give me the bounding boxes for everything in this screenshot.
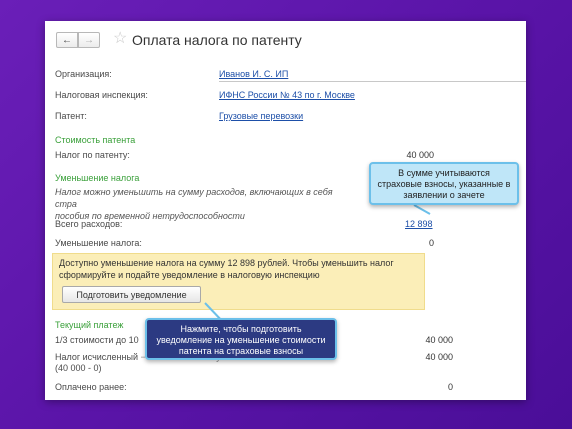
calculated-tax-label-text: Налог исчисленный	[55, 352, 138, 362]
tax-reduction-note: Налог можно уменьшить на сумму расходов,…	[55, 186, 355, 222]
button-callout-line3: патента на страховые взносы	[178, 346, 304, 356]
reduction-notice-line1: Доступно уменьшение налога на сумму 12 8…	[59, 258, 394, 268]
arrow-left-icon: ←	[62, 34, 72, 46]
patent-label: Патент:	[55, 111, 87, 121]
organization-link[interactable]: Иванов И. С. ИП	[219, 69, 288, 79]
patent-link[interactable]: Грузовые перевозки	[219, 111, 303, 121]
reduction-notice-line2: сформируйте и подайте уведомление в нало…	[59, 270, 320, 280]
total-expenses-label: Всего расходов:	[55, 219, 123, 229]
button-callout-line2: уведомление на уменьшение стоимости	[156, 335, 326, 345]
expenses-callout-line1: В сумме учитываются	[398, 168, 490, 178]
organization-label: Организация:	[55, 69, 112, 79]
paid-earlier-value: 0	[447, 382, 453, 392]
tax-by-patent-value: 40 000	[406, 150, 434, 160]
tax-reduction-note-line1: Налог можно уменьшить на сумму расходов,…	[55, 187, 333, 209]
one-third-cost-value: 40 000	[425, 335, 453, 345]
tax-reduction-section-title: Уменьшение налога	[55, 173, 140, 183]
reduction-notice: Доступно уменьшение налога на сумму 12 8…	[52, 253, 425, 310]
back-button[interactable]: ←	[56, 32, 78, 48]
expenses-callout-line2: страховые взносы, указанные в	[377, 179, 511, 189]
tax-office-label: Налоговая инспекция:	[55, 90, 148, 100]
button-callout: Нажмите, чтобы подготовить уведомление н…	[145, 318, 337, 360]
tax-by-patent-label: Налог по патенту:	[55, 150, 130, 160]
tax-reduction-value: 0	[428, 238, 434, 248]
tax-reduction-label: Уменьшение налога:	[55, 238, 142, 248]
current-payment-section-title: Текущий платеж	[55, 320, 124, 330]
expenses-callout-line3: заявлении о зачете	[403, 190, 485, 200]
prepare-notification-button[interactable]: Подготовить уведомление	[62, 286, 201, 303]
button-callout-line1: Нажмите, чтобы подготовить	[180, 324, 302, 334]
patent-cost-section-title: Стоимость патента	[55, 135, 136, 145]
one-third-cost-label: 1/3 стоимости до 10	[55, 335, 139, 345]
star-icon[interactable]: ☆	[113, 30, 127, 48]
total-expenses-link[interactable]: 12 898	[405, 219, 433, 229]
page-title: Оплата налога по патенту	[132, 32, 302, 48]
calculated-tax-formula-values: (40 000 - 0)	[55, 363, 102, 373]
arrow-right-icon: →	[84, 34, 94, 46]
organization-field-underline	[219, 81, 526, 82]
calculated-tax-value: 40 000	[425, 352, 453, 362]
paid-earlier-label: Оплачено ранее:	[55, 382, 127, 392]
tax-office-link[interactable]: ИФНС России № 43 по г. Москве	[219, 90, 355, 100]
titlebar: ← → ☆ Оплата налога по патенту	[45, 21, 526, 59]
expenses-callout: В сумме учитываются страховые взносы, ук…	[369, 162, 519, 205]
forward-button[interactable]: →	[78, 32, 100, 48]
reduction-notice-text: Доступно уменьшение налога на сумму 12 8…	[59, 257, 419, 281]
